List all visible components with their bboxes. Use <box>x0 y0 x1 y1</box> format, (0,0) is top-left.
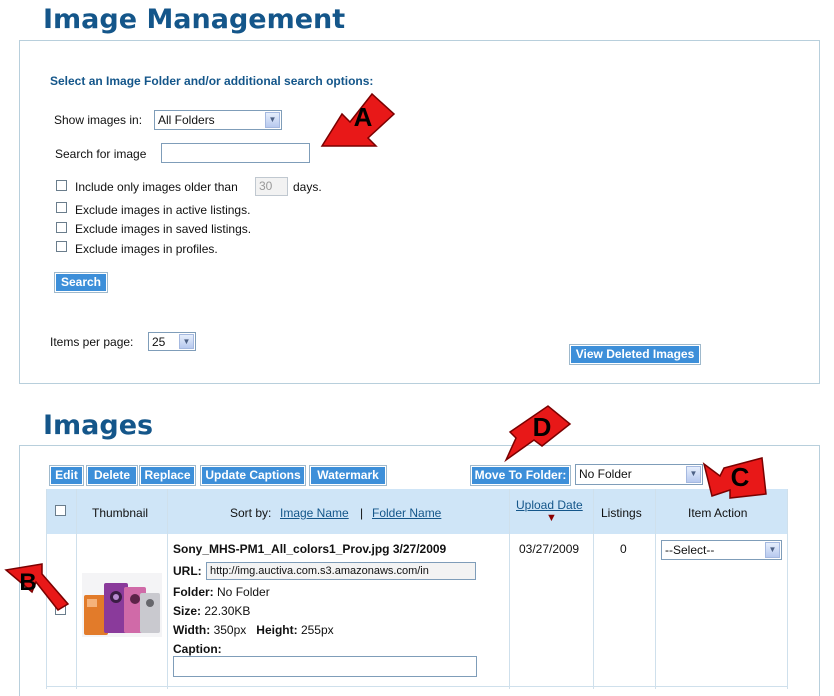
sort-upload-date-link[interactable]: Upload Date <box>516 498 583 512</box>
older-days-input[interactable]: 30 <box>255 177 288 196</box>
col-sort-by: Sort by: <box>230 506 272 520</box>
exclude-profiles-label: Exclude images in profiles. <box>75 242 218 256</box>
image-file-name: Sony_MHS-PM1_All_colors1_Prov.jpg 3/27/2… <box>173 542 447 556</box>
folder-select[interactable]: All Folders ▼ <box>154 110 282 130</box>
older-unit: days. <box>293 180 322 194</box>
sort-image-name-link[interactable]: Image Name <box>280 506 349 520</box>
callout-b: B <box>2 560 70 615</box>
items-per-page-label: Items per page: <box>50 335 134 349</box>
width-value: 350px <box>213 623 247 637</box>
items-per-page-value: 25 <box>152 335 166 349</box>
search-heading: Select an Image Folder and/or additional… <box>50 74 374 88</box>
callout-a-label: A <box>354 102 373 132</box>
callout-c: C <box>700 450 770 505</box>
search-button[interactable]: Search <box>54 272 108 293</box>
listings-count: 0 <box>620 542 627 556</box>
sort-desc-icon: ▼ <box>546 512 557 524</box>
exclude-active-checkbox[interactable] <box>56 202 67 213</box>
col-listings: Listings <box>601 506 642 520</box>
exclude-saved-label: Exclude images in saved listings. <box>75 222 252 236</box>
upload-date: 03/27/2009 <box>519 542 580 556</box>
older-checkbox[interactable] <box>56 180 67 191</box>
older-label: Include only images older than <box>75 180 238 194</box>
image-thumbnail[interactable] <box>82 573 162 637</box>
callout-d: D <box>502 402 574 467</box>
search-input[interactable] <box>161 143 310 163</box>
replace-button[interactable]: Replace <box>139 465 196 486</box>
item-action-select[interactable]: --Select-- ▼ <box>661 540 782 560</box>
width-label: Width: <box>173 623 211 637</box>
images-title: Images <box>43 410 154 441</box>
move-folder-select[interactable]: No Folder ▼ <box>575 464 703 485</box>
camera-thumbnail-icon <box>84 583 160 635</box>
select-all-checkbox[interactable] <box>55 505 66 516</box>
exclude-profiles-checkbox[interactable] <box>56 241 67 252</box>
delete-button[interactable]: Delete <box>86 465 138 486</box>
items-per-page-select[interactable]: 25 ▼ <box>148 332 196 351</box>
caption-label: Caption: <box>173 642 222 656</box>
callout-d-label: D <box>533 412 552 442</box>
chevron-down-icon: ▼ <box>765 542 780 558</box>
move-folder-value: No Folder <box>579 467 632 481</box>
page-title: Image Management <box>43 4 346 35</box>
col-item-action: Item Action <box>688 506 748 520</box>
height-label: Height: <box>256 623 298 637</box>
height-value: 255px <box>300 623 334 637</box>
url-field[interactable]: http://img.auctiva.com.s3.amazonaws.com/… <box>206 562 476 580</box>
sort-separator: | <box>360 506 364 520</box>
update-captions-button[interactable]: Update Captions <box>200 465 306 486</box>
folder-value: No Folder <box>217 585 270 599</box>
exclude-saved-checkbox[interactable] <box>56 222 67 233</box>
chevron-down-icon: ▼ <box>179 334 194 349</box>
search-image-label: Search for image <box>55 147 147 161</box>
chevron-down-icon: ▼ <box>686 466 701 483</box>
view-deleted-button[interactable]: View Deleted Images <box>569 344 701 365</box>
folder-label: Folder: <box>173 585 214 599</box>
callout-a: A <box>320 88 402 157</box>
caption-input[interactable] <box>173 656 477 677</box>
callout-b-label: B <box>19 569 36 596</box>
callout-c-label: C <box>731 462 750 492</box>
chevron-down-icon: ▼ <box>265 112 280 128</box>
exclude-active-label: Exclude images in active listings. <box>75 203 251 217</box>
move-to-folder-button[interactable]: Move To Folder: <box>470 465 571 486</box>
watermark-button[interactable]: Watermark <box>309 465 387 486</box>
item-action-value: --Select-- <box>665 543 715 557</box>
edit-button[interactable]: Edit <box>49 465 84 486</box>
show-images-label: Show images in: <box>54 113 143 127</box>
col-thumbnail: Thumbnail <box>92 506 149 520</box>
size-value: 22.30KB <box>204 604 251 618</box>
folder-select-value: All Folders <box>158 113 215 127</box>
sort-folder-name-link[interactable]: Folder Name <box>372 506 441 520</box>
url-label: URL: <box>173 564 202 578</box>
size-label: Size: <box>173 604 202 618</box>
